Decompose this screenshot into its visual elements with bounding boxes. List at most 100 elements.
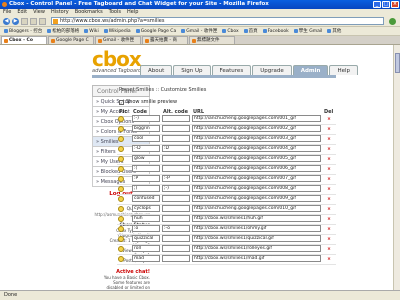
url-input[interactable]: http://ianchucheng.googlepages.com/004_g… — [192, 145, 321, 153]
alt-code-input[interactable] — [162, 195, 190, 203]
alt-code-input[interactable] — [162, 155, 190, 163]
menu-item-tools[interactable]: Tools — [109, 9, 121, 16]
bookmark-item[interactable]: Gmail - 收件匣 — [179, 28, 219, 34]
browser-tab[interactable]: 露天拍賣 - 商 — [142, 36, 188, 44]
url-input[interactable]: http://ianchucheng.googlepages.com/010_g… — [192, 205, 321, 213]
browser-tab[interactable]: 無標題文件 — [189, 36, 235, 44]
bookmark-item[interactable]: Wiki — [82, 29, 100, 34]
bookmark-item[interactable]: Google Page Ca — [134, 29, 179, 34]
bookmark-item[interactable]: 學生 Gmail — [292, 28, 325, 34]
delete-icon[interactable]: × — [327, 127, 331, 132]
preview-toggle[interactable]: ✓ Show smilie preview — [119, 99, 336, 105]
nav-tab-sign-up[interactable]: Sign Up — [173, 65, 211, 75]
nav-tab-upgrade[interactable]: Upgrade — [252, 65, 292, 75]
alt-code-input[interactable]: :-P — [162, 175, 190, 183]
bookmark-item[interactable]: Bloggers - 控台 — [2, 28, 44, 34]
url-input[interactable]: http://ianchucheng.googlepages.com/003_g… — [192, 135, 321, 143]
menu-item-edit[interactable]: Edit — [17, 9, 27, 16]
delete-icon[interactable]: × — [327, 157, 331, 162]
url-input[interactable]: http://cbox.ws/smilies1/ohmy.gif — [192, 225, 321, 233]
url-input[interactable]: http://cbox.ws/smilies1/mad.gif — [192, 255, 321, 263]
code-input[interactable]: confused — [132, 195, 160, 203]
minimize-button[interactable]: _ — [373, 1, 381, 8]
delete-icon[interactable]: × — [327, 197, 331, 202]
alt-code-input[interactable]: :-o — [162, 225, 190, 233]
url-input[interactable]: http://ianchucheng.googlepages.com/001_g… — [192, 115, 321, 123]
maximize-button[interactable]: □ — [382, 1, 390, 8]
back-button[interactable]: ◀ — [3, 17, 10, 25]
stop-button[interactable] — [30, 17, 37, 25]
code-input[interactable]: roll — [132, 245, 160, 253]
code-input[interactable]: huh — [132, 215, 160, 223]
url-input[interactable]: http://cbox.ws/smilies1/huh.gif — [192, 215, 321, 223]
delete-icon[interactable]: × — [327, 247, 331, 252]
delete-icon[interactable]: × — [327, 177, 331, 182]
home-button[interactable] — [39, 17, 46, 25]
alt-code-input[interactable] — [162, 125, 190, 133]
code-input[interactable]: mad — [132, 255, 160, 263]
code-input[interactable]: :-) — [132, 115, 160, 123]
go-button[interactable] — [389, 17, 396, 25]
nav-tab-features[interactable]: Features — [211, 65, 252, 75]
menu-item-help[interactable]: Help — [127, 9, 138, 16]
nav-tab-admin[interactable]: Admin — [292, 65, 329, 75]
code-input[interactable]: :-D — [132, 145, 160, 153]
url-input[interactable]: http://cbox.ws/smilies1/rolleyes.gif — [192, 245, 321, 253]
nav-tab-about[interactable]: About — [140, 65, 173, 75]
url-input[interactable]: http://ianchucheng.googlepages.com/002_g… — [192, 125, 321, 133]
reload-button[interactable] — [21, 17, 28, 25]
bookmark-item[interactable]: Wikipedia — [102, 29, 133, 34]
alt-code-input[interactable] — [162, 215, 190, 223]
bookmark-item[interactable]: 其他 — [325, 28, 343, 34]
menu-item-view[interactable]: View — [33, 9, 45, 16]
nav-tab-help[interactable]: Help — [329, 65, 358, 75]
url-input[interactable]: http://ianchucheng.googlepages.com/008_g… — [192, 185, 321, 193]
scrollbar-thumb[interactable] — [395, 53, 400, 73]
alt-code-input[interactable] — [162, 135, 190, 143]
code-input[interactable]: cyclops — [132, 205, 160, 213]
delete-icon[interactable]: × — [327, 227, 331, 232]
code-input[interactable]: :P — [132, 175, 160, 183]
code-input[interactable]: :( — [132, 165, 160, 173]
bookmark-item[interactable]: 首頁 — [242, 28, 260, 34]
page-scrollbar[interactable] — [393, 45, 400, 290]
alt-code-input[interactable] — [162, 205, 190, 213]
browser-tab[interactable]: Gmail - 收件匣 — [95, 36, 141, 44]
code-input[interactable]: ;) — [132, 185, 160, 193]
bookmark-item[interactable]: Cbox — [220, 29, 240, 34]
alt-code-input[interactable] — [162, 255, 190, 263]
menu-item-bookmarks[interactable]: Bookmarks — [75, 9, 103, 16]
browser-tab[interactable]: Cbox - Co — [1, 36, 47, 44]
code-input[interactable]: quizzical — [132, 235, 160, 243]
alt-code-input[interactable] — [162, 235, 190, 243]
url-input[interactable]: http://ianchucheng.googlepages.com/009_g… — [192, 195, 321, 203]
delete-icon[interactable]: × — [327, 237, 331, 242]
breadcrumb[interactable]: Preset Smilies :: Customize Smilies — [119, 87, 336, 93]
alt-code-input[interactable] — [162, 165, 190, 173]
alt-code-input[interactable] — [162, 115, 190, 123]
alt-code-input[interactable]: :D — [162, 145, 190, 153]
alt-code-input[interactable]: ;-) — [162, 185, 190, 193]
preview-checkbox[interactable]: ✓ — [119, 99, 124, 105]
code-input[interactable]: biggrin — [132, 125, 160, 133]
forward-button[interactable]: ▶ — [12, 17, 19, 25]
delete-icon[interactable]: × — [327, 187, 331, 192]
delete-icon[interactable]: × — [327, 217, 331, 222]
alt-code-input[interactable] — [162, 245, 190, 253]
menu-item-history[interactable]: History — [51, 9, 69, 16]
url-input[interactable]: http://ianchucheng.googlepages.com/005_g… — [192, 155, 321, 163]
delete-icon[interactable]: × — [327, 117, 331, 122]
delete-icon[interactable]: × — [327, 147, 331, 152]
delete-icon[interactable]: × — [327, 257, 331, 262]
code-input[interactable]: cool — [132, 135, 160, 143]
bookmark-item[interactable]: Facebook — [261, 29, 291, 34]
menu-item-file[interactable]: File — [3, 9, 11, 16]
url-input[interactable]: http://cbox.ws/smilies1/quizzical.gif — [192, 235, 321, 243]
bookmark-item[interactable]: 松柏的部落格 — [45, 28, 81, 34]
browser-tab[interactable]: Google Page C — [48, 36, 94, 44]
delete-icon[interactable]: × — [327, 167, 331, 172]
delete-icon[interactable]: × — [327, 207, 331, 212]
url-input[interactable]: http://ianchucheng.googlepages.com/006_g… — [192, 165, 321, 173]
url-input[interactable]: http://ianchucheng.googlepages.com/007_g… — [192, 175, 321, 183]
delete-icon[interactable]: × — [327, 137, 331, 142]
